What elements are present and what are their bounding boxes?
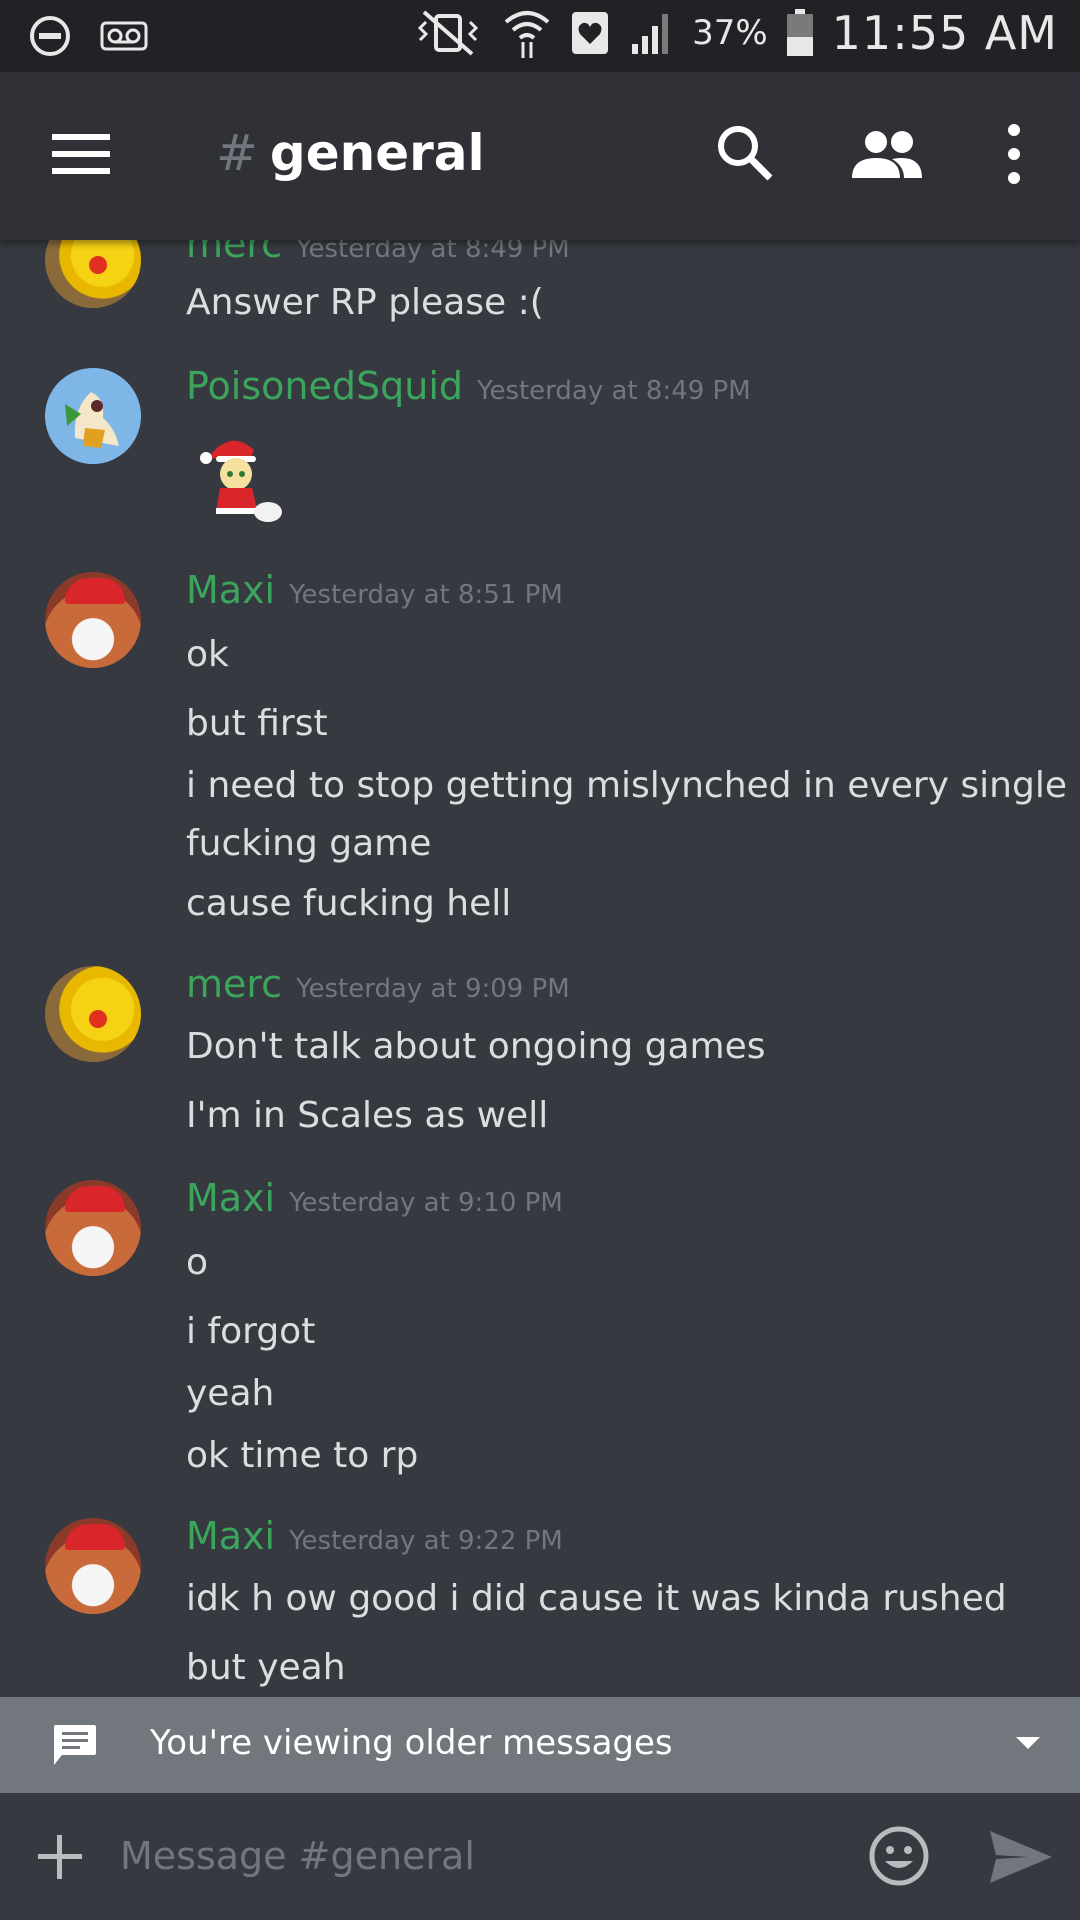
message-text: but yeah — [186, 1647, 346, 1688]
avatar[interactable] — [45, 1180, 141, 1276]
message-input[interactable] — [118, 1823, 822, 1889]
message-text: ok time to rp — [186, 1435, 419, 1476]
clock: 11:55 AM — [831, 6, 1058, 60]
channel-header: # general — [0, 72, 1080, 240]
timestamp: Yesterday at 8:49 PM — [477, 376, 751, 406]
signal-icon — [632, 14, 669, 54]
message-header: PoisonedSquid Yesterday at 8:49 PM — [186, 364, 751, 408]
older-messages-banner[interactable]: You're viewing older messages — [0, 1697, 1080, 1793]
message-text: idk h ow good i did cause it was kinda r… — [186, 1578, 1007, 1619]
message-text: yeah — [186, 1373, 275, 1414]
message-text: i forgot — [186, 1311, 316, 1352]
add-attachment-icon[interactable] — [38, 1835, 82, 1879]
do-not-disturb-icon — [30, 16, 70, 56]
message-header: Maxi Yesterday at 9:22 PM — [186, 1514, 563, 1558]
channel-name: general — [269, 124, 485, 182]
battery-percent: 37% — [692, 13, 768, 53]
message-text: but first — [186, 703, 328, 744]
vibrate-off-icon — [417, 10, 479, 56]
message-text: cause fucking hell — [186, 883, 512, 924]
message-text: Answer RP please :( — [186, 282, 544, 323]
message-text: ok — [186, 634, 229, 675]
battery-icon — [786, 9, 813, 56]
timestamp: Yesterday at 9:10 PM — [289, 1188, 563, 1218]
avatar[interactable] — [45, 572, 141, 668]
timestamp: Yesterday at 9:09 PM — [296, 974, 570, 1004]
message-header: Maxi Yesterday at 8:51 PM — [186, 568, 563, 612]
health-icon — [572, 12, 609, 54]
emoji-icon[interactable] — [868, 1825, 930, 1887]
timestamp: Yesterday at 9:22 PM — [289, 1526, 563, 1556]
hash-icon: # — [216, 124, 258, 182]
status-bar: 37% 11:55 AM — [0, 0, 1080, 72]
search-icon[interactable] — [714, 122, 774, 182]
message-header: Maxi Yesterday at 9:10 PM — [186, 1176, 563, 1220]
message-icon — [54, 1725, 96, 1765]
author-name[interactable]: merc — [186, 962, 282, 1006]
author-name[interactable]: PoisonedSquid — [186, 364, 463, 408]
message-text: Don't talk about ongoing games — [186, 1026, 766, 1067]
older-messages-label: You're viewing older messages — [150, 1723, 673, 1763]
author-name[interactable]: Maxi — [186, 568, 275, 612]
wifi-icon — [504, 11, 550, 58]
message-header: merc Yesterday at 9:09 PM — [186, 962, 570, 1006]
message-text: o — [186, 1242, 209, 1283]
send-icon[interactable] — [988, 1829, 1054, 1885]
avatar[interactable] — [45, 966, 141, 1062]
more-options-icon[interactable] — [998, 122, 1030, 186]
avatar[interactable] — [45, 1518, 141, 1614]
santa-girl-sticker[interactable] — [190, 424, 290, 524]
message-text: I'm in Scales as well — [186, 1095, 549, 1136]
channel-title[interactable]: # general — [216, 124, 485, 182]
message-list[interactable]: merc Yesterday at 8:49 PM Answer RP pleas… — [0, 0, 1080, 1697]
avatar[interactable] — [45, 368, 141, 464]
timestamp: Yesterday at 8:51 PM — [289, 580, 563, 610]
message-text: fucking game — [186, 823, 432, 864]
voicemail-icon — [100, 21, 148, 51]
author-name[interactable]: Maxi — [186, 1514, 275, 1558]
author-name[interactable]: Maxi — [186, 1176, 275, 1220]
menu-icon[interactable] — [52, 130, 112, 178]
message-composer — [0, 1793, 1080, 1920]
members-icon[interactable] — [850, 128, 924, 180]
jump-to-present-chevron-icon[interactable] — [1016, 1737, 1040, 1749]
message-text: i need to stop getting mislynched in eve… — [186, 765, 1067, 806]
